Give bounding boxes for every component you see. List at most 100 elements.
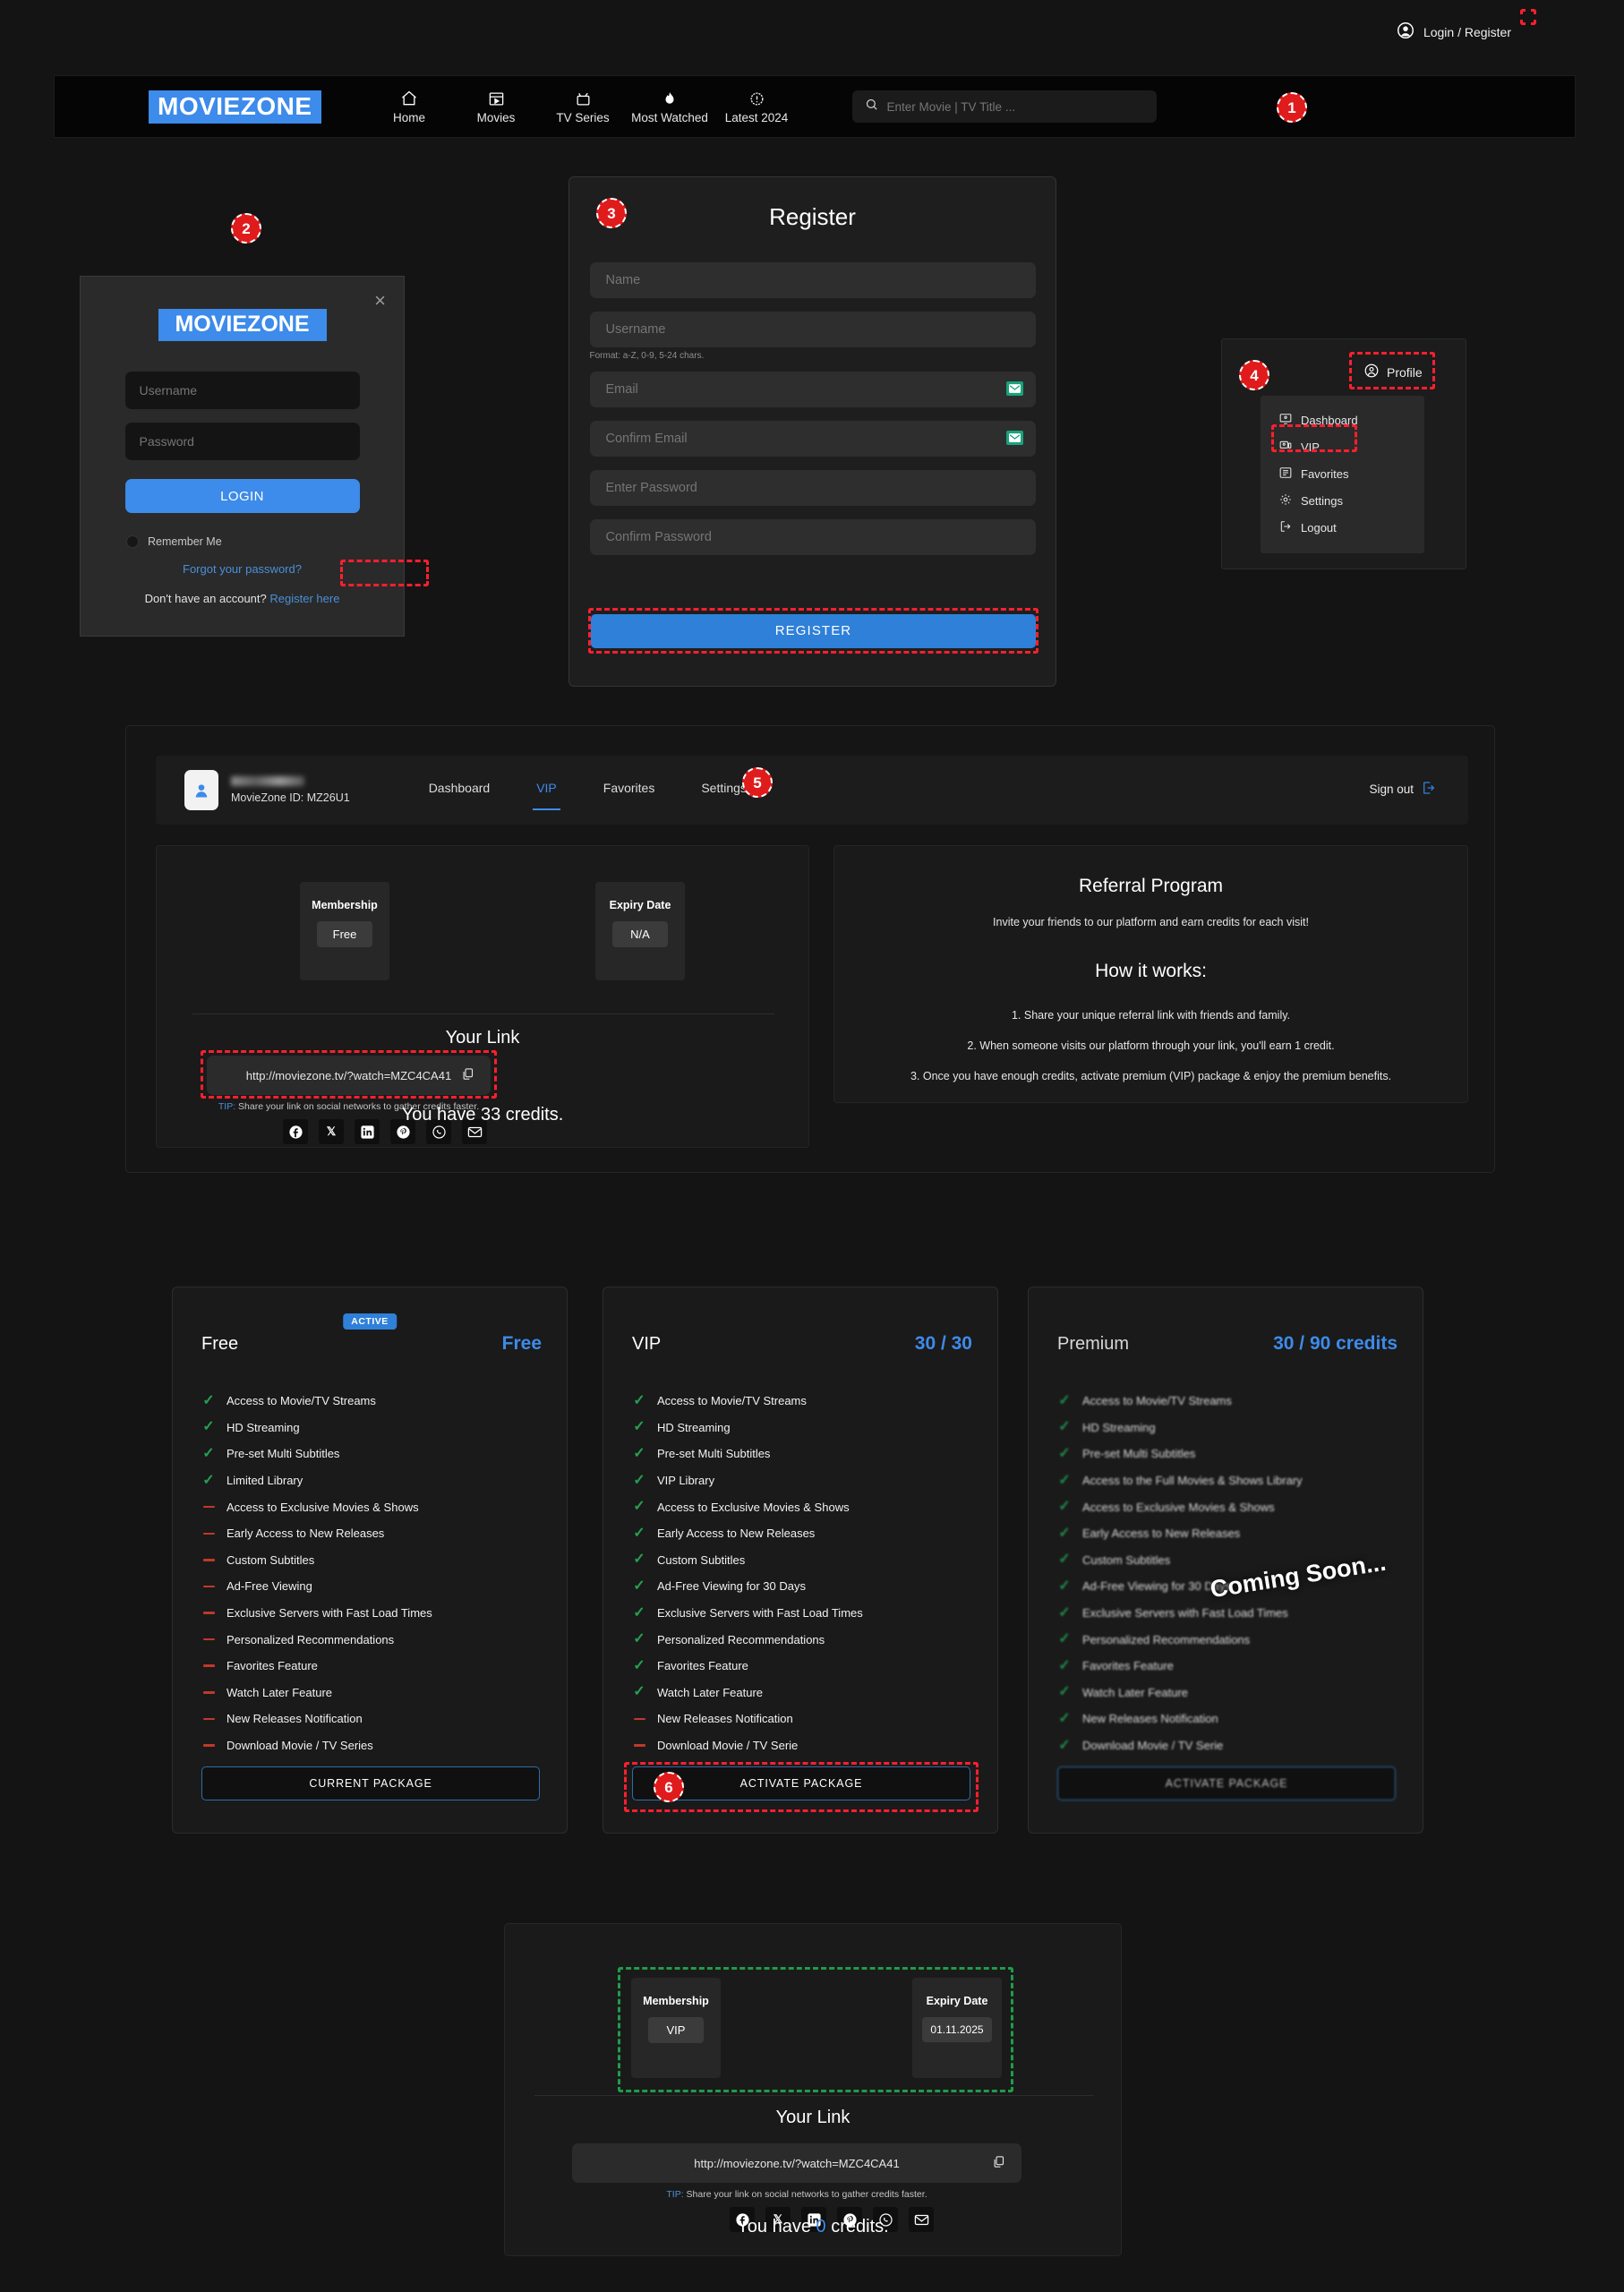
package-free-features: ✓ Access to Movie/TV Streams ✓ HD Streamin… (201, 1388, 547, 1758)
divider (534, 2095, 1093, 2096)
feature-row: Watch Later Feature (201, 1680, 547, 1706)
feature-row: ✓ HD Streaming (632, 1415, 978, 1441)
tab-favorites[interactable]: Favorites (603, 781, 655, 800)
email-verified-icon (1005, 381, 1023, 396)
sign-out-label: Sign out (1369, 783, 1414, 796)
register-password-input[interactable] (589, 470, 1036, 506)
register-username-input[interactable] (589, 312, 1036, 347)
feature-row: ✓ Favorites Feature (632, 1653, 978, 1680)
feature-row: ✓ Watch Later Feature (1057, 1680, 1403, 1706)
bottom-referral-link-text: http://moviezone.tv/?watch=MZC4CA41 (694, 2156, 900, 2170)
bottom-credits-prefix: You have (737, 2217, 816, 2236)
register-here-link[interactable]: Register here (269, 592, 339, 605)
profile-menu-item-logout[interactable]: Logout (1261, 514, 1424, 541)
copy-icon[interactable] (461, 1067, 474, 1083)
feature-row: ✓ New Releases Notification (1057, 1706, 1403, 1732)
tab-settings[interactable]: Settings (701, 781, 747, 800)
bottom-referral-link-field[interactable]: http://moviezone.tv/?watch=MZC4CA41 (572, 2143, 1021, 2183)
copy-icon[interactable] (992, 2155, 1005, 2171)
check-icon: ✓ (1058, 1710, 1071, 1726)
feature-label: Exclusive Servers with Fast Load Times (657, 1606, 863, 1621)
package-premium-name: Premium (1057, 1334, 1130, 1354)
profile-menu-item-settings[interactable]: Settings (1261, 487, 1424, 514)
feature-label: Early Access to New Releases (227, 1527, 385, 1541)
nav-item-movies-label: Movies (476, 111, 516, 124)
vip-active-card: Membership VIP Expiry Date 01.11.2025 Yo… (504, 1923, 1122, 2256)
feature-row: ✓ Custom Subtitles (632, 1547, 978, 1574)
nav-links: Home Movies TV Series Most Watched Lates… (366, 89, 800, 124)
package-card-vip: VIP 30 / 30 ✓ Access to Movie/TV Streams … (603, 1287, 998, 1834)
feature-row: ✓ Exclusive Servers with Fast Load Times (632, 1600, 978, 1627)
login-submit-button[interactable]: LOGIN (124, 479, 360, 513)
login-register-label: Login / Register (1423, 24, 1511, 39)
feature-row: ✓ Pre-set Multi Subtitles (201, 1441, 547, 1467)
activate-package-button-disabled[interactable]: ACTIVATE PACKAGE (1057, 1766, 1396, 1800)
register-name-input[interactable] (589, 262, 1036, 298)
feature-row: ✓ Access to Movie/TV Streams (632, 1388, 978, 1415)
login-register-button[interactable]: Login / Register (1383, 16, 1524, 47)
close-icon[interactable]: × (374, 289, 386, 312)
nav-item-most-watched[interactable]: Most Watched (627, 89, 714, 124)
package-premium-header: Premium 30 / 90 credits (1057, 1333, 1397, 1355)
check-icon: ✓ (633, 1657, 645, 1673)
profile-menu-item-favorites[interactable]: Favorites (1261, 460, 1424, 487)
referral-subtitle: Invite your friends to our platform and … (993, 916, 1309, 928)
badge-alert-icon (748, 89, 765, 108)
register-email-input[interactable] (589, 372, 1036, 407)
feature-label: HD Streaming (227, 1420, 300, 1434)
logout-icon (1422, 781, 1436, 798)
login-password-input[interactable] (124, 423, 360, 460)
feature-label: Favorites Feature (227, 1659, 318, 1673)
nav-item-home[interactable]: Home (366, 89, 453, 124)
nav-item-tv-series[interactable]: TV Series (540, 89, 627, 124)
search-box[interactable] (851, 90, 1157, 123)
feature-label: HD Streaming (657, 1420, 731, 1434)
check-icon: ✓ (202, 1419, 215, 1435)
register-submit-button[interactable]: REGISTER (591, 613, 1036, 648)
nav-item-latest-2024[interactable]: Latest 2024 (714, 89, 800, 124)
feature-row: ✓ Watch Later Feature (632, 1680, 978, 1706)
credits-line: You have 33 credits. (401, 1105, 564, 1125)
tab-vip[interactable]: VIP (533, 781, 560, 810)
current-package-button[interactable]: CURRENT PACKAGE (201, 1766, 540, 1800)
referral-link-field[interactable]: http://moviezone.tv/?watch=MZC4CA41 (207, 1056, 491, 1095)
no-account-text: Don't have an account? (144, 592, 267, 605)
profile-button[interactable]: Profile (1356, 359, 1430, 385)
feature-label: Download Movie / TV Series (227, 1739, 373, 1753)
remember-me-checkbox[interactable] (126, 535, 139, 548)
feature-row: ✓ Pre-set Multi Subtitles (1057, 1441, 1403, 1467)
brand-logo[interactable]: MOVIEZONE (149, 90, 321, 124)
register-confirm-email-input[interactable] (589, 421, 1036, 457)
feature-row: ✓ HD Streaming (1057, 1415, 1403, 1441)
feature-label: Custom Subtitles (657, 1552, 746, 1567)
confirm-email-verified-icon (1005, 431, 1023, 445)
search-input[interactable] (886, 99, 1144, 114)
feature-label: Ad-Free Viewing for 30 Days (657, 1579, 806, 1594)
feature-label: Exclusive Servers with Fast Load Times (1082, 1606, 1288, 1621)
feature-row: Personalized Recommendations (201, 1626, 547, 1653)
sign-out-button[interactable]: Sign out (1369, 781, 1436, 798)
tab-dashboard[interactable]: Dashboard (429, 781, 491, 800)
feature-row: Custom Subtitles (201, 1547, 547, 1574)
logout-icon (1279, 520, 1292, 535)
bottom-credits-line: You have 0 credits. (505, 2217, 1121, 2237)
feature-row: Download Movie / TV Serie (632, 1732, 978, 1759)
login-username-input[interactable] (124, 372, 360, 409)
check-icon: ✓ (1058, 1578, 1071, 1594)
tv-icon (575, 89, 592, 108)
profile-panel: 4 Profile Dashboard VIP Favorites Settin… (1221, 338, 1466, 569)
feature-row: Access to Exclusive Movies & Shows (201, 1493, 547, 1520)
register-username-row (589, 312, 1036, 347)
feature-label: Download Movie / TV Serie (657, 1739, 799, 1753)
profile-menu-item-logout-label: Logout (1301, 520, 1337, 535)
feature-label: Access to Movie/TV Streams (1082, 1394, 1232, 1408)
feature-label: New Releases Notification (657, 1712, 793, 1726)
check-icon: ✓ (633, 1392, 645, 1408)
feature-label: Pre-set Multi Subtitles (1082, 1447, 1196, 1461)
remember-me-row[interactable]: Remember Me (126, 535, 404, 548)
feature-label: Early Access to New Releases (1082, 1527, 1241, 1541)
register-confirm-password-input[interactable] (589, 519, 1036, 555)
feature-label: Early Access to New Releases (657, 1527, 816, 1541)
nav-item-movies[interactable]: Movies (453, 89, 540, 124)
feature-label: Access to Movie/TV Streams (227, 1394, 376, 1408)
